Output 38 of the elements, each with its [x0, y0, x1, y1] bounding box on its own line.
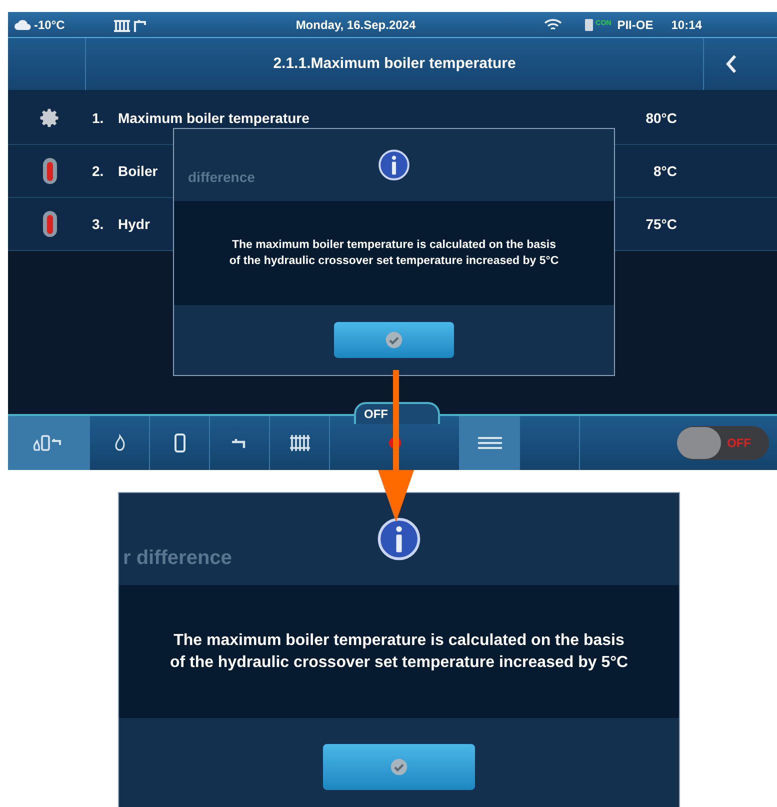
parameter-name: Maximum boiler temperature	[118, 108, 310, 128]
parameter-value: 8°C	[654, 162, 677, 180]
thermometer-icon	[42, 210, 58, 238]
confirm-button[interactable]	[323, 744, 475, 790]
background-text: r difference	[123, 546, 232, 571]
cloud-icon	[14, 18, 32, 30]
thermometer-icon	[42, 157, 58, 185]
parameter-value: 80°C	[646, 108, 677, 128]
dialog-message: The maximum boiler temperature is calculated on the basis of the hydraulic crossover set temperature increased by 5°C	[229, 238, 559, 269]
nav-button[interactable]	[8, 416, 90, 470]
row-number: 1.	[92, 108, 105, 128]
switch-knob	[677, 427, 721, 459]
checkmark-icon	[385, 331, 403, 349]
checkmark-icon	[390, 758, 408, 776]
row-number: 3.	[92, 214, 105, 234]
outdoor-temperature: -10°C	[34, 16, 65, 34]
screen-title: 2.1.1.Maximum boiler temperature	[272, 54, 517, 74]
parameter-name: Hydr	[118, 214, 150, 234]
dialog-message: The maximum boiler temperature is calculated on the basis of the hydraulic crossover set temperature increased by 5°C	[170, 630, 628, 672]
parameter-value: 75°C	[646, 214, 677, 234]
radiator-icon	[288, 433, 310, 453]
row-number: 2.	[92, 162, 105, 180]
info-icon	[378, 149, 410, 181]
background-text: difference	[188, 168, 255, 187]
date-text: Monday, 16.Sep.2024	[296, 16, 416, 34]
confirm-button[interactable]	[334, 322, 454, 358]
info-icon	[377, 517, 421, 561]
gear-icon	[39, 107, 61, 129]
device-name: PII-OE	[617, 16, 654, 34]
menu-icon	[476, 435, 504, 451]
device-icon	[584, 18, 594, 32]
wifi-icon	[544, 18, 562, 32]
clock-time: 10:14	[671, 16, 702, 34]
chevron-left-icon	[724, 54, 736, 74]
nav-button[interactable]	[460, 416, 520, 470]
boiler-icon	[174, 433, 186, 453]
parameter-name: Boiler	[118, 162, 158, 180]
flame-icon	[114, 434, 126, 452]
